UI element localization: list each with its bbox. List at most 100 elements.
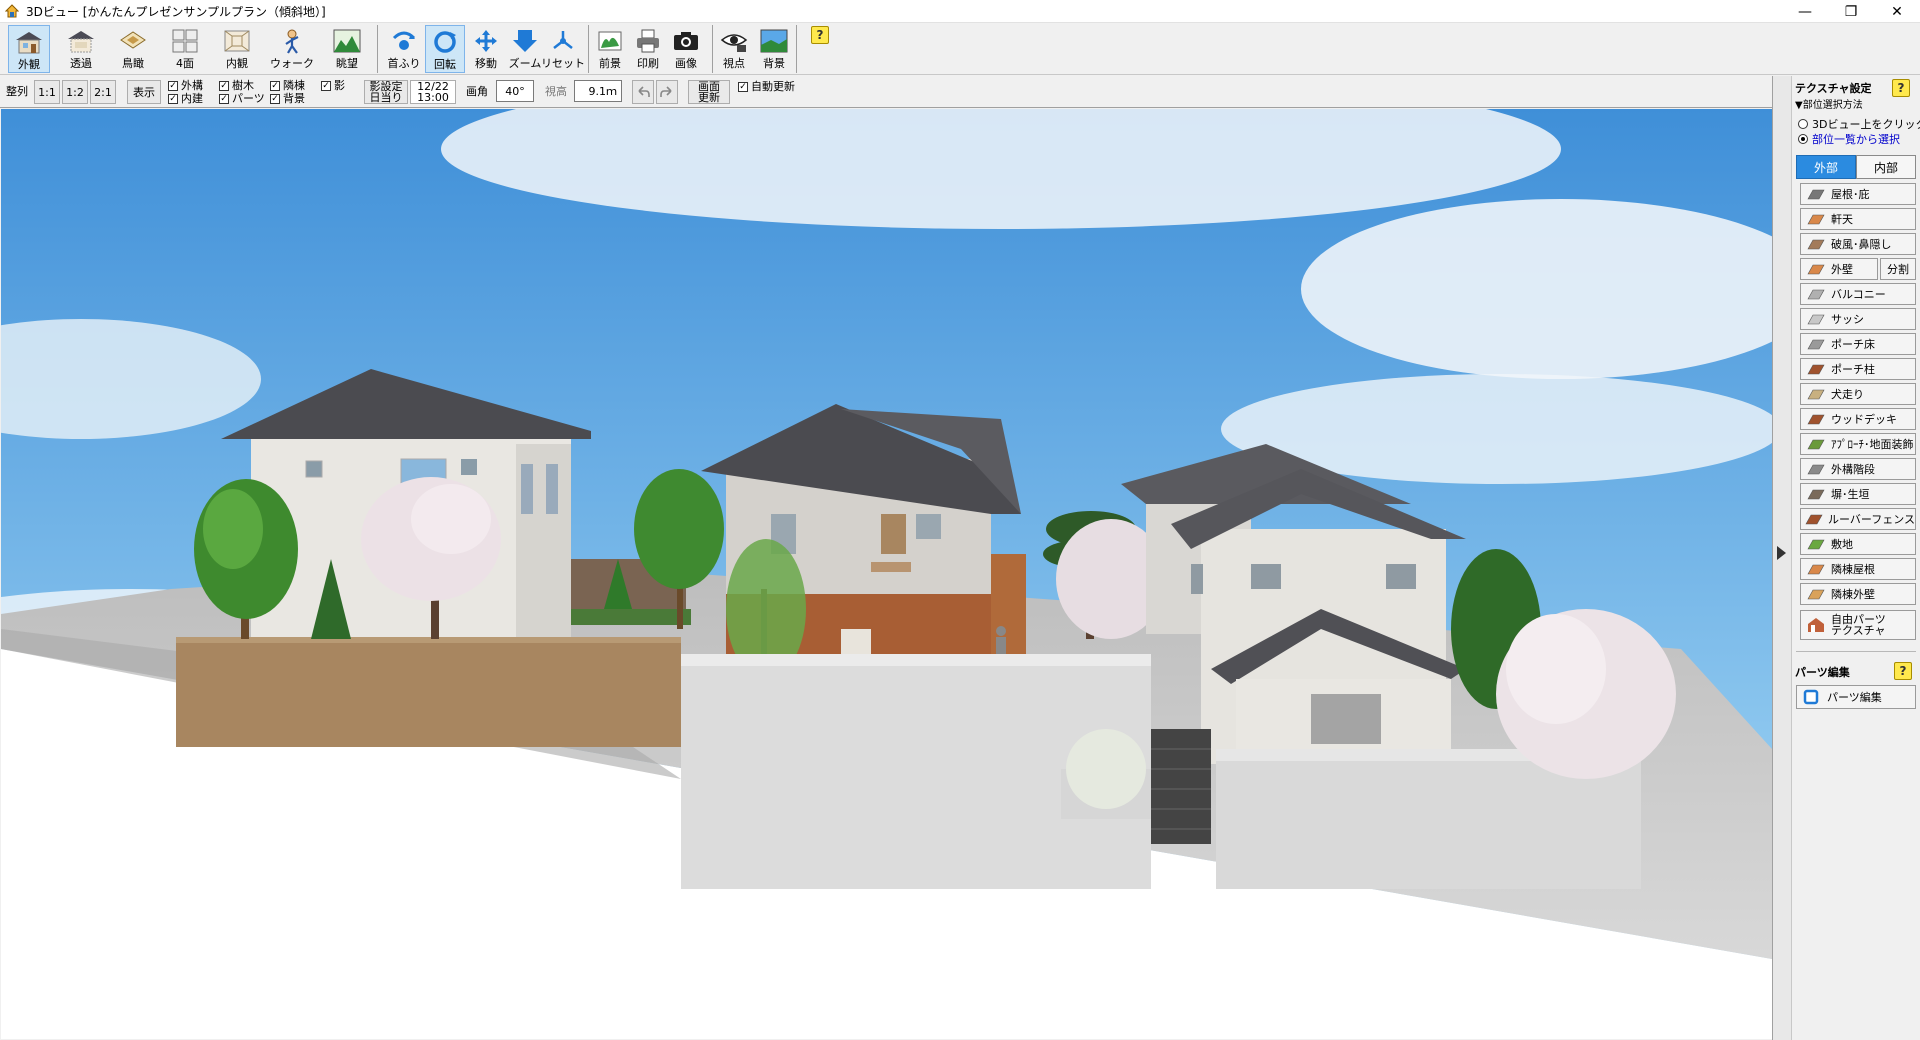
house-exterior-icon (12, 26, 46, 58)
view-birdseye-button[interactable]: 鳥瞰 (112, 25, 154, 73)
ratio-1-2-button[interactable]: 1:2 (62, 80, 88, 104)
move-icon (469, 25, 503, 57)
part-button-site[interactable]: 敷地 (1800, 533, 1916, 555)
view-four-sides-button[interactable]: 4面 (164, 25, 206, 73)
rendered-scene[interactable] (1, 109, 1772, 1039)
check-neighbor-buildings[interactable]: ✓ 隣棟 (270, 79, 305, 92)
toolbar-help-button[interactable]: ? (811, 26, 829, 44)
check-trees[interactable]: ✓ 樹木 (219, 79, 254, 92)
pan-head-button[interactable]: 首ふり (384, 25, 424, 73)
reset-icon (546, 25, 580, 57)
refresh-screen-button[interactable]: 画面 更新 (688, 80, 730, 104)
redo-icon (660, 86, 672, 97)
part-button-neighbor-roof[interactable]: 隣棟屋根 (1800, 558, 1916, 580)
fence-icon (1805, 486, 1827, 502)
free-parts-icon (1805, 617, 1827, 633)
eye-height-field[interactable]: 9.1ｍ (574, 80, 622, 102)
part-button-exterior-stairs[interactable]: 外構階段 (1800, 458, 1916, 480)
part-button-roof[interactable]: 屋根･庇 (1800, 183, 1916, 205)
free-parts-texture-button[interactable]: 自由パーツ テクスチャ (1800, 610, 1916, 640)
interior-icon (220, 25, 254, 57)
exterior-stairs (1151, 729, 1211, 844)
view-interior-button[interactable]: 内観 (216, 25, 258, 73)
texture-help-button[interactable]: ? (1892, 79, 1910, 97)
maximize-button[interactable]: ❐ (1828, 0, 1874, 23)
radio-click-3d-view[interactable]: 3Dビュー上をクリック (1798, 116, 1920, 132)
part-button-porch-pillar[interactable]: ポーチ柱 (1800, 358, 1916, 380)
part-button-sash[interactable]: サッシ (1800, 308, 1916, 330)
close-button[interactable]: ✕ (1874, 0, 1920, 23)
date-time-field[interactable]: 12/22 13:00 (410, 80, 456, 104)
view-walk-button[interactable]: ウォーク (268, 25, 316, 73)
toolbar-separator (377, 25, 378, 73)
window-title: 3Dビュー [かんたんプレゼンサンプルプラン（傾斜地）] (26, 4, 326, 19)
exterior-wall-icon (1805, 261, 1827, 277)
undo-button[interactable] (632, 80, 654, 104)
radio-select-from-list[interactable]: 部位一覧から選択 (1798, 131, 1900, 147)
zoom-button[interactable]: ズーム (505, 25, 545, 73)
viewpoint-button[interactable]: 視点 (716, 25, 752, 73)
image-button[interactable]: 画像 (668, 25, 704, 73)
align-label: 整列 (6, 85, 28, 98)
neighbor-wall-icon (1805, 586, 1827, 602)
selection-method-title: ▼部位選択方法 (1795, 100, 1863, 111)
tab-interior[interactable]: 内部 (1856, 155, 1916, 179)
eaves-icon (1805, 211, 1827, 227)
print-icon (631, 25, 665, 57)
main-toolbar: 外観 透過 鳥瞰 4面 内観 ウォーク 眺望 首ふり 回転 移動 ズーム リセッ… (0, 23, 1920, 75)
redo-button[interactable] (656, 80, 678, 104)
balcony-icon (1805, 286, 1827, 302)
view-angle-field[interactable]: 40° (496, 80, 534, 102)
options-bar: 整列 1:1 1:2 2:1 表示 ✓ 外構 ✓ 内建 ✓ 樹木 ✓ パーツ ✓ 隣棟 ✓… (0, 76, 1782, 108)
minimize-button[interactable]: — (1782, 0, 1828, 23)
porch-pillar-icon (1805, 361, 1827, 377)
ratio-1-1-button[interactable]: 1:1 (34, 80, 60, 104)
camera-icon (669, 25, 703, 57)
wall-divide-button[interactable]: 分割 (1880, 258, 1916, 280)
part-button-eaves[interactable]: 軒天 (1800, 208, 1916, 230)
move-button[interactable]: 移動 (466, 25, 506, 73)
view-transparent-button[interactable]: 透過 (60, 25, 102, 73)
ratio-2-1-button[interactable]: 2:1 (90, 80, 116, 104)
reset-button[interactable]: リセット (541, 25, 585, 73)
auto-refresh-checkbox[interactable]: ✓ 自動更新 (738, 80, 795, 93)
check-parts[interactable]: ✓ パーツ (219, 92, 265, 105)
part-button-approach[interactable]: ｱﾌﾟﾛｰﾁ･地面装飾 (1800, 433, 1916, 455)
part-button-louver-fence[interactable]: ルーバーフェンス (1800, 508, 1916, 530)
toolbar-separator (588, 25, 589, 73)
zoom-icon (508, 25, 542, 57)
porch-floor-icon (1805, 336, 1827, 352)
pan-head-icon (387, 25, 421, 57)
part-button-wood-deck[interactable]: ウッドデッキ (1800, 408, 1916, 430)
print-button[interactable]: 印刷 (630, 25, 666, 73)
rotate-button[interactable]: 回転 (425, 25, 465, 73)
check-shadow[interactable]: ✓ 影 (321, 79, 345, 92)
check-background[interactable]: ✓ 背景 (270, 92, 305, 105)
view-exterior-button[interactable]: 外観 (8, 25, 50, 73)
check-exterior-works[interactable]: ✓ 外構 (168, 79, 203, 92)
part-button-porch-floor[interactable]: ポーチ床 (1800, 333, 1916, 355)
panel-splitter[interactable] (1772, 76, 1792, 1040)
eye-height-label: 視高 (545, 85, 567, 98)
3d-viewport[interactable] (1, 109, 1772, 1039)
approach-icon (1805, 436, 1827, 452)
eye-icon (717, 25, 751, 57)
parts-edit-help-button[interactable]: ? (1894, 662, 1912, 680)
part-button-neighbor-wall[interactable]: 隣棟外壁 (1800, 583, 1916, 605)
view-landscape-button[interactable]: 眺望 (326, 25, 368, 73)
background-button[interactable]: 背景 (756, 25, 792, 73)
part-button-exterior-wall[interactable]: 外壁 (1800, 258, 1878, 280)
part-button-balcony[interactable]: バルコニー (1800, 283, 1916, 305)
part-button-fence[interactable]: 塀･生垣 (1800, 483, 1916, 505)
parts-edit-button[interactable]: パーツ編集 (1796, 685, 1916, 709)
part-button-apron[interactable]: 犬走り (1800, 383, 1916, 405)
shadow-settings-button[interactable]: 影設定 日当り (364, 80, 408, 104)
texture-panel: テクスチャ設定 ? ▼部位選択方法 3Dビュー上をクリック 部位一覧から選択 外… (1792, 76, 1920, 1040)
foreground-button[interactable]: 前景 (592, 25, 628, 73)
display-button[interactable]: 表示 (127, 80, 161, 104)
tab-exterior[interactable]: 外部 (1796, 155, 1856, 179)
check-interior-fixtures[interactable]: ✓ 内建 (168, 92, 203, 105)
wood-deck-icon (1805, 411, 1827, 427)
collapse-arrow-icon[interactable] (1777, 546, 1786, 560)
part-button-fascia[interactable]: 破風･鼻隠し (1800, 233, 1916, 255)
